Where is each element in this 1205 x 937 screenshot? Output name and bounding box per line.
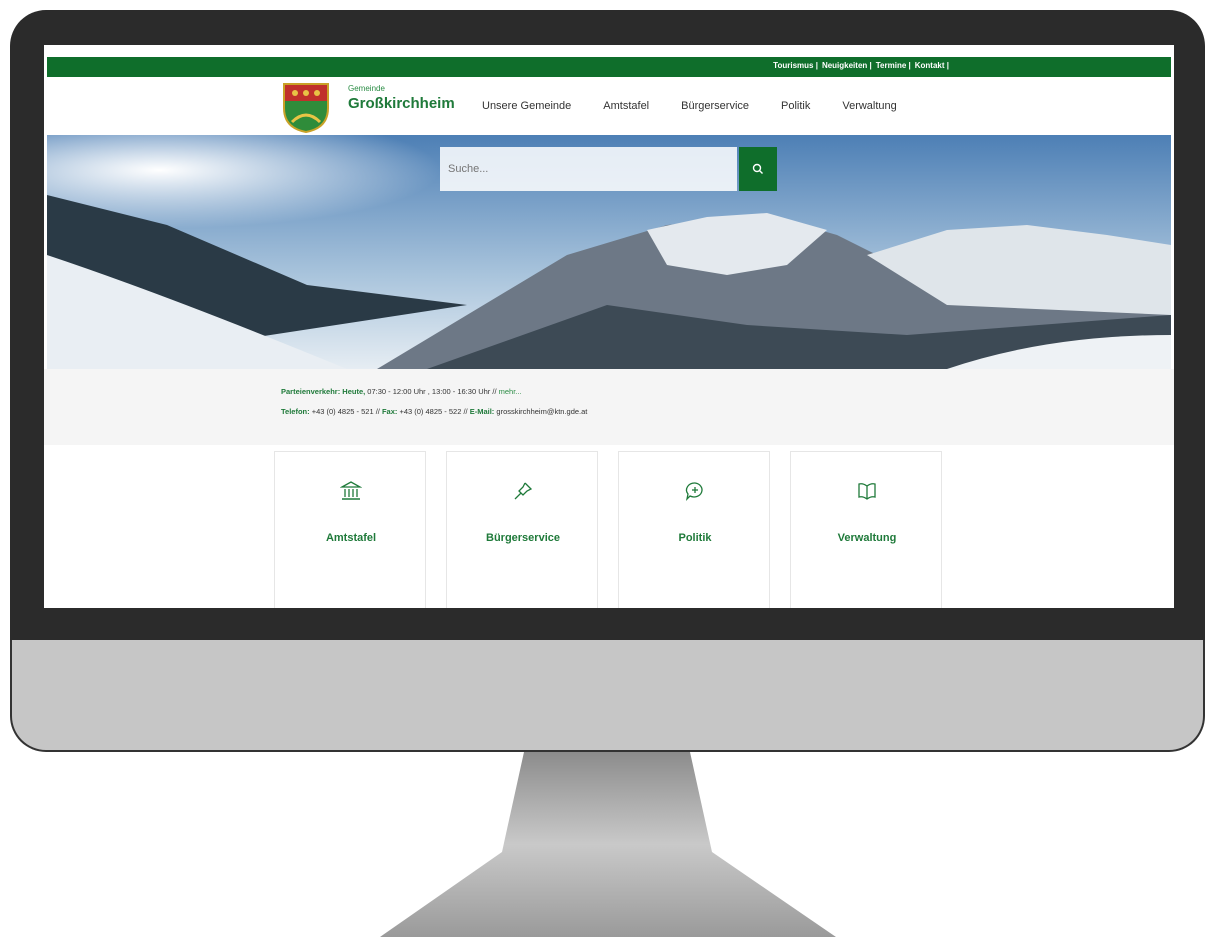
top-link-neuigkeiten[interactable]: Neuigkeiten |	[822, 61, 872, 70]
brand-name[interactable]: Großkirchheim	[348, 95, 455, 112]
tile-label: Verwaltung	[837, 532, 897, 544]
main-nav: Unsere Gemeinde Amtstafel Bürgerservice …	[482, 100, 897, 112]
speech-bubble-plus-icon	[685, 482, 703, 501]
monitor-chin	[10, 640, 1205, 752]
tile-label: Bürgerservice	[486, 532, 560, 544]
pin-icon	[514, 482, 533, 500]
email-label: E-Mail:	[469, 407, 495, 416]
tile-verwaltung[interactable]: Verwaltung	[790, 451, 942, 608]
brand-subtitle: Gemeinde	[348, 84, 385, 93]
phone-number: +43 (0) 4825 - 521 //	[309, 407, 382, 416]
nav-unsere-gemeinde[interactable]: Unsere Gemeinde	[482, 100, 571, 112]
office-hours: Parteienverkehr: Heute, 07:30 - 12:00 Uh…	[281, 387, 522, 396]
open-book-icon	[858, 483, 876, 500]
tile-amtstafel[interactable]: Amtstafel	[274, 451, 426, 608]
top-link-tourismus[interactable]: Tourismus |	[773, 61, 818, 70]
office-hours-text: 07:30 - 12:00 Uhr , 13:00 - 16:30 Uhr //	[365, 387, 497, 396]
tile-label: Amtstafel	[325, 532, 377, 544]
search-box	[440, 147, 737, 191]
nav-amtstafel[interactable]: Amtstafel	[603, 100, 649, 112]
office-hours-label: Parteienverkehr: Heute,	[281, 387, 366, 396]
nav-buergerservice[interactable]: Bürgerservice	[681, 100, 749, 112]
nav-politik[interactable]: Politik	[781, 100, 810, 112]
top-link-kontakt[interactable]: Kontakt |	[915, 61, 949, 70]
tile-label: Politik	[678, 532, 712, 544]
contact-info: Telefon: +43 (0) 4825 - 521 // Fax: +43 …	[281, 407, 587, 416]
email-address[interactable]: grosskirchheim@ktn.gde.at	[494, 407, 587, 416]
search-icon	[752, 163, 763, 174]
quick-link-tiles: Amtstafel Bürgerservice Politik Verwaltu…	[274, 451, 942, 608]
top-links: Tourismus | Neuigkeiten | Termine | Kont…	[773, 61, 949, 70]
site-header: Gemeinde Großkirchheim Unsere Gemeinde A…	[44, 77, 1174, 135]
building-columns-icon	[340, 481, 362, 500]
top-link-termine[interactable]: Termine |	[876, 61, 911, 70]
info-bar: Parteienverkehr: Heute, 07:30 - 12:00 Uh…	[44, 369, 1174, 445]
phone-label: Telefon:	[281, 407, 310, 416]
tile-buergerservice[interactable]: Bürgerservice	[446, 451, 598, 608]
search-input[interactable]	[440, 147, 737, 191]
search-button[interactable]	[739, 147, 777, 191]
fax-label: Fax:	[381, 407, 398, 416]
browser-screen: Tourismus | Neuigkeiten | Termine | Kont…	[44, 45, 1174, 608]
top-bar: Tourismus | Neuigkeiten | Termine | Kont…	[47, 57, 1171, 77]
fax-number: +43 (0) 4825 - 522 //	[397, 407, 470, 416]
more-link[interactable]: mehr...	[499, 387, 522, 396]
nav-verwaltung[interactable]: Verwaltung	[842, 100, 896, 112]
tile-politik[interactable]: Politik	[618, 451, 770, 608]
coat-of-arms-logo[interactable]	[282, 82, 330, 134]
